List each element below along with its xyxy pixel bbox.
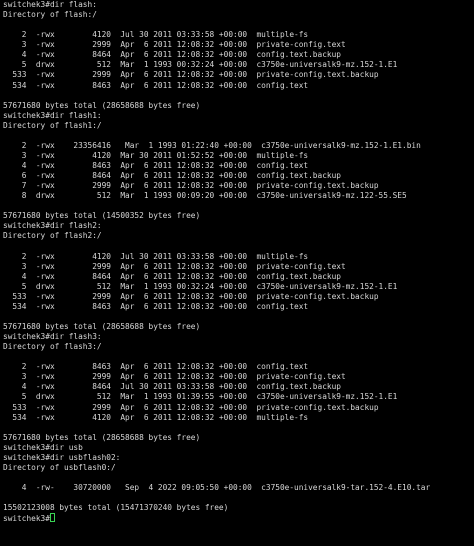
terminal-line: 534 -rwx 8463 Apr 6 2011 12:08:32 +00:00… [3, 301, 309, 311]
terminal-line: switchek3#dir usb [3, 442, 83, 452]
terminal-line: 4 -rwx 8464 Apr 6 2011 12:08:32 +00:00 c… [3, 50, 341, 60]
terminal-line: 57671680 bytes total (28658688 bytes fre… [3, 322, 201, 331]
terminal-line: 534 -rwx 8463 Apr 6 2011 12:08:32 +00:00… [3, 80, 309, 90]
terminal-line: 3 -rwx 4120 Mar 30 2011 01:52:52 +00:00 … [3, 150, 309, 160]
terminal-line: 5 drwx 512 Mar 1 1993 01:39:55 +00:00 c3… [3, 392, 398, 402]
terminal-line: 4 -rw- 30720000 Sep 4 2022 09:05:50 +00:… [3, 483, 431, 492]
text-cursor [49, 513, 55, 523]
terminal-line: switchek3#dir flash3: [3, 332, 102, 342]
terminal-line: Directory of flash1:/ [3, 120, 102, 130]
terminal-output: switchek3#dir flash: Directory of flash:/… [3, 0, 474, 513]
terminal-line: 5 drwx 512 Mar 1 1993 00:32:24 +00:00 c3… [3, 281, 398, 291]
terminal-line: 533 -rwx 2999 Apr 6 2011 12:08:32 +00:00… [3, 70, 379, 80]
terminal-line: 8 drwx 512 Mar 1 1993 00:09:20 +00:00 c3… [3, 191, 407, 201]
terminal-line: 57671680 bytes total (28658688 bytes fre… [3, 432, 201, 442]
terminal-line: switchek3#dir flash1: [3, 110, 102, 120]
terminal-line: 4 -rwx 8464 Jul 30 2011 03:33:58 +00:00 … [3, 382, 341, 392]
terminal-line: 2 -rwx 8463 Apr 6 2011 12:08:32 +00:00 c… [3, 362, 309, 372]
terminal-line: 3 -rwx 2999 Apr 6 2011 12:08:32 +00:00 p… [3, 261, 346, 271]
terminal-line: 5 drwx 512 Mar 1 1993 00:32:24 +00:00 c3… [3, 60, 398, 70]
terminal-line: Directory of flash3:/ [3, 342, 102, 352]
terminal-line: 2 -rwx 4120 Jul 30 2011 03:33:58 +00:00 … [3, 30, 309, 40]
terminal-line: switchek3#dir flash: [3, 0, 97, 9]
terminal-line: Directory of flash2:/ [3, 231, 102, 241]
terminal-line: 533 -rwx 2999 Apr 6 2011 12:08:32 +00:00… [3, 402, 379, 412]
terminal-line: 4 -rwx 8464 Apr 6 2011 12:08:32 +00:00 c… [3, 271, 341, 281]
terminal-line: switchek3#dir usbflash02: [3, 452, 121, 462]
terminal-line: 2 -rwx 23356416 Mar 1 1993 01:22:40 +00:… [3, 140, 421, 150]
terminal-line: 3 -rwx 2999 Apr 6 2011 12:08:32 +00:00 p… [3, 372, 346, 382]
terminal-line: 533 -rwx 2999 Apr 6 2011 12:08:32 +00:00… [3, 291, 379, 301]
terminal-line: 2 -rwx 4120 Jul 30 2011 03:33:58 +00:00 … [3, 251, 309, 261]
terminal-line: 3 -rwx 2999 Apr 6 2011 12:08:32 +00:00 p… [3, 40, 346, 50]
terminal-line: 4 -rwx 8463 Apr 6 2011 12:08:32 +00:00 c… [3, 161, 309, 170]
terminal-line: Directory of flash:/ [3, 10, 97, 20]
terminal-line: 534 -rwx 4120 Apr 6 2011 12:08:32 +00:00… [3, 412, 309, 422]
terminal-line: 6 -rwx 8464 Apr 6 2011 12:08:32 +00:00 c… [3, 171, 341, 181]
terminal-line: 7 -rwx 2999 Apr 6 2011 12:08:32 +00:00 p… [3, 181, 379, 191]
terminal-line: 15502123008 bytes total (15471370240 byt… [3, 503, 229, 513]
terminal-line: 57671680 bytes total (28658688 bytes fre… [3, 100, 201, 110]
terminal-line: switchek3#dir flash2: [3, 221, 102, 231]
terminal-line: Directory of usbflash0:/ [3, 462, 116, 472]
terminal-window[interactable]: switchek3#dir flash: Directory of flash:/… [0, 0, 474, 546]
terminal-prompt-line[interactable]: switchek3# [3, 513, 474, 523]
terminal-prompt: switchek3# [3, 514, 50, 524]
terminal-line: 57671680 bytes total (14500352 bytes fre… [3, 211, 201, 221]
